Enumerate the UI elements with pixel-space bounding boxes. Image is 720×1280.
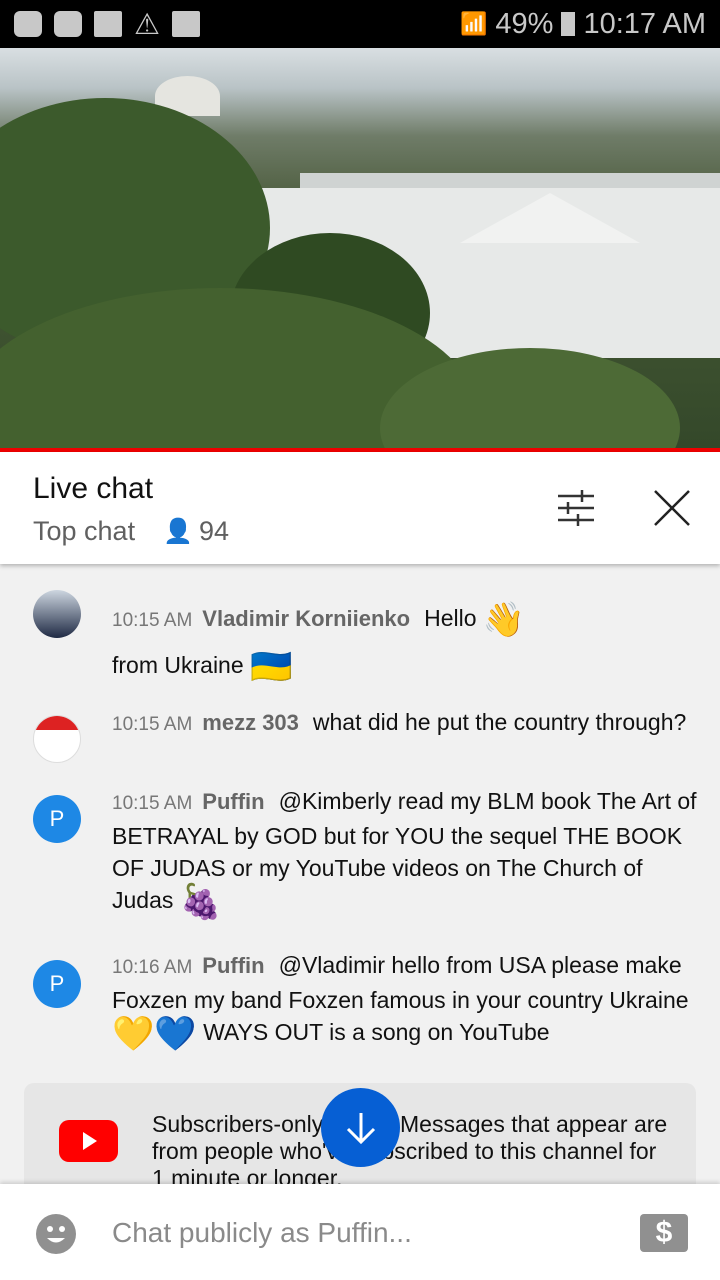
message-author[interactable]: Puffin [202,953,264,978]
emoji-icon[interactable] [36,1214,76,1254]
chat-mode-dropdown[interactable]: Top chat [33,516,135,547]
person-icon: 👤 [163,518,193,545]
wave-emoji: 👋 [482,600,526,639]
message-author[interactable]: Puffin [202,789,264,814]
hearts-emoji: 💛💙 [112,1014,197,1053]
wifi-icon: 📶 [460,11,488,36]
message-text: @Vladimir hello from USA please make Fox… [112,952,689,1013]
video-player[interactable] [0,48,720,448]
message-text: what did he put the country through? [312,709,687,735]
status-bar: ⚠ 📶 49% 10:17 AM [0,0,720,48]
viewer-count: 94 [198,516,230,546]
message-time: 10:15 AM [112,714,193,735]
arrow-down-icon [346,1112,375,1144]
message-time: 10:16 AM [112,957,193,978]
close-icon[interactable] [652,488,692,528]
chat-input[interactable]: Chat publicly as Puffin... [112,1217,412,1249]
warning-icon: ⚠ [134,8,160,41]
grapes-emoji: 🍇 [179,882,223,921]
banner-text: Subscribers-only mode. Messages that app… [152,1111,668,1191]
filter-settings-icon[interactable] [556,488,596,528]
message-text: Hello [424,605,477,631]
image-icon [172,11,200,37]
message-author[interactable]: Vladimir Korniienko [202,606,410,631]
avatar[interactable]: P [33,795,81,843]
ukraine-flag-emoji: 🇺🇦 [250,647,293,686]
message-text: WAYS OUT is a song on YouTube [203,1019,550,1045]
avatar[interactable]: P [33,960,81,1008]
folder-icon [94,11,122,37]
battery-icon [561,12,576,36]
message-text: from Ukraine [112,652,244,678]
message-time: 10:15 AM [112,610,193,631]
youtube-logo-icon [59,1120,118,1162]
message-time: 10:15 AM [112,793,193,814]
message-author[interactable]: mezz 303 [202,710,299,735]
chat-input-bar: Chat publicly as Puffin... $ [0,1184,720,1280]
youtube-icon [54,11,82,37]
avatar[interactable] [33,715,81,763]
scroll-to-bottom-button[interactable] [321,1088,400,1167]
super-chat-dollar-icon[interactable]: $ [640,1214,688,1252]
clock: 10:17 AM [583,7,706,40]
app-icon [14,11,42,37]
battery-level: 49% [495,7,554,40]
chat-header: Live chat Top chat 👤 94 [0,452,720,564]
chat-title: Live chat [33,472,154,505]
avatar[interactable] [33,590,81,638]
